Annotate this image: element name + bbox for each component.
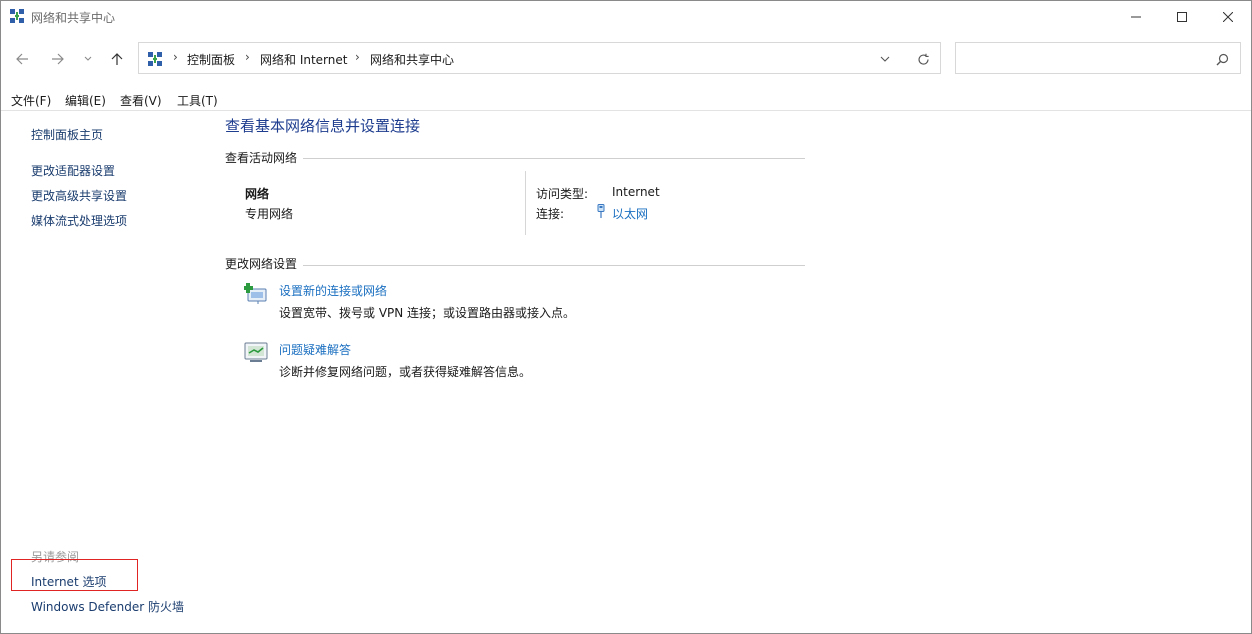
menu-bar: 文件(F) 编辑(E) 查看(V) 工具(T) xyxy=(1,90,1251,111)
breadcrumb-control-panel[interactable]: 控制面板 xyxy=(187,51,235,68)
maximize-button[interactable] xyxy=(1159,1,1205,33)
window: 网络和共享中心 › 控制面板 › 网络和 Internet › 网络和共享中心 … xyxy=(0,0,1252,634)
search-icon[interactable] xyxy=(1214,51,1230,67)
recent-locations-button[interactable] xyxy=(78,47,98,71)
forward-button[interactable] xyxy=(46,47,70,71)
up-button[interactable] xyxy=(105,47,129,71)
menu-view[interactable]: 查看(V) xyxy=(120,92,162,109)
troubleshoot-icon xyxy=(244,342,268,362)
breadcrumb-network-internet[interactable]: 网络和 Internet xyxy=(260,51,347,68)
breadcrumb-separator[interactable]: › xyxy=(355,50,360,64)
control-panel-home-link[interactable]: 控制面板主页 xyxy=(31,126,103,143)
breadcrumb-network-sharing-center[interactable]: 网络和共享中心 xyxy=(370,51,454,68)
change-adapter-settings-link[interactable]: 更改适配器设置 xyxy=(31,162,115,179)
internet-options-link[interactable]: Internet 选项 xyxy=(31,573,106,590)
section-divider xyxy=(303,158,805,159)
connection-label: 连接: xyxy=(536,207,565,221)
breadcrumb-separator[interactable]: › xyxy=(245,50,250,64)
troubleshoot-link[interactable]: 问题疑难解答 xyxy=(279,341,351,358)
page-title: 查看基本网络信息并设置连接 xyxy=(225,117,421,135)
back-button[interactable] xyxy=(10,47,34,71)
breadcrumb-separator[interactable]: › xyxy=(173,50,178,64)
minimize-button[interactable] xyxy=(1113,1,1159,33)
refresh-icon xyxy=(917,53,929,65)
media-streaming-options-link[interactable]: 媒体流式处理选项 xyxy=(31,212,127,229)
change-settings-heading: 更改网络设置 xyxy=(225,257,298,271)
address-bar[interactable]: › 控制面板 › 网络和 Internet › 网络和共享中心 xyxy=(138,42,941,74)
menu-file[interactable]: 文件(F) xyxy=(11,92,51,109)
search-input[interactable] xyxy=(962,49,1206,69)
troubleshoot-desc: 诊断并修复网络问题，或者获得疑难解答信息。 xyxy=(279,365,532,379)
section-divider xyxy=(303,265,805,266)
address-dropdown-button[interactable] xyxy=(875,51,895,67)
close-button[interactable] xyxy=(1205,1,1251,33)
access-type-label: 访问类型: xyxy=(536,187,589,201)
vertical-divider xyxy=(525,171,526,235)
menu-tools[interactable]: 工具(T) xyxy=(177,92,218,109)
arrow-left-icon xyxy=(16,53,28,65)
access-type-value: Internet xyxy=(612,185,660,199)
refresh-button[interactable] xyxy=(913,51,933,67)
search-box[interactable] xyxy=(955,42,1241,74)
active-networks-heading: 查看活动网络 xyxy=(225,151,298,165)
window-title: 网络和共享中心 xyxy=(31,11,116,25)
setup-new-connection-desc: 设置宽带、拨号或 VPN 连接；或设置路由器或接入点。 xyxy=(279,306,576,320)
network-profile: 专用网络 xyxy=(245,207,294,221)
chevron-down-icon xyxy=(84,56,92,61)
ethernet-link[interactable]: 以太网 xyxy=(612,205,648,222)
arrow-up-icon xyxy=(111,53,123,65)
minimize-icon xyxy=(1131,16,1141,18)
arrow-right-icon xyxy=(52,53,64,65)
windows-defender-firewall-link[interactable]: Windows Defender 防火墙 xyxy=(31,598,184,615)
menu-edit[interactable]: 编辑(E) xyxy=(65,92,106,109)
title-bar: 网络和共享中心 xyxy=(1,1,1251,33)
network-app-icon xyxy=(10,9,24,23)
ethernet-icon xyxy=(597,204,605,218)
new-connection-icon xyxy=(244,283,267,304)
network-name: 网络 xyxy=(245,187,270,201)
setup-new-connection-link[interactable]: 设置新的连接或网络 xyxy=(279,282,387,299)
chevron-down-icon xyxy=(880,56,890,62)
maximize-icon xyxy=(1177,12,1187,22)
change-advanced-sharing-link[interactable]: 更改高级共享设置 xyxy=(31,187,127,204)
network-location-icon xyxy=(148,52,162,66)
close-icon xyxy=(1223,12,1233,22)
